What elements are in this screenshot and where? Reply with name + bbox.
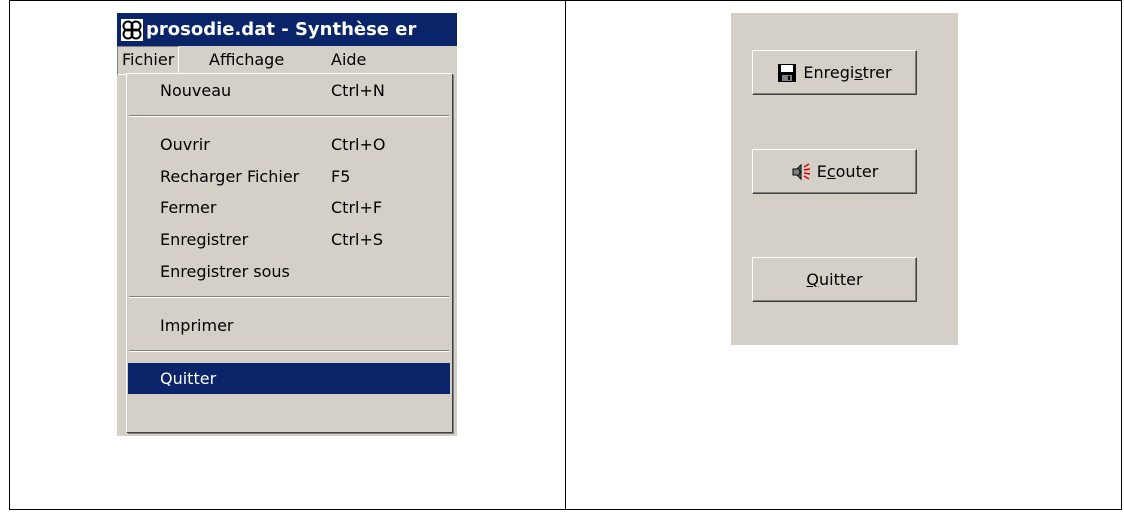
buttons-screenshot: Enregistrer Ecouter Quitter <box>731 13 958 345</box>
app-logo-icon <box>121 19 143 41</box>
menu-item-enregistrer-sous[interactable]: Enregistrer sous <box>128 256 450 288</box>
menu-separator <box>129 296 449 298</box>
window-title: prosodie.dat - Synthèse er <box>146 19 417 40</box>
enregistrer-button[interactable]: Enregistrer <box>752 50 917 95</box>
menu-item-label: Enregistrer sous <box>160 262 290 281</box>
button-label: Ecouter <box>816 162 879 181</box>
menu-item-fermer[interactable]: Fermer Ctrl+F <box>128 192 450 224</box>
menu-affichage[interactable]: Affichage <box>205 46 288 73</box>
speaker-icon <box>792 162 810 180</box>
table-bottom-border <box>9 509 1122 510</box>
menu-separator <box>129 115 449 117</box>
menu-item-nouveau[interactable]: Nouveau Ctrl+N <box>128 75 450 107</box>
menu-item-label: Ouvrir <box>160 135 210 154</box>
menu-item-shortcut: F5 <box>331 167 351 186</box>
menu-item-label: Enregistrer <box>160 230 249 249</box>
menu-item-enregistrer[interactable]: Enregistrer Ctrl+S <box>128 224 450 256</box>
menu-item-shortcut: Ctrl+N <box>331 81 385 100</box>
ecouter-button[interactable]: Ecouter <box>752 149 917 194</box>
title-bar[interactable]: prosodie.dat - Synthèse er <box>117 13 457 46</box>
menu-item-label: Quitter <box>160 369 217 388</box>
menu-item-label: Recharger Fichier <box>160 167 300 186</box>
menu-item-shortcut: Ctrl+S <box>331 230 384 249</box>
button-label: Enregistrer <box>803 63 892 82</box>
menu-item-label: Fermer <box>160 198 217 217</box>
menu-aide[interactable]: Aide <box>327 46 370 73</box>
menu-item-ouvrir[interactable]: Ouvrir Ctrl+O <box>128 129 450 161</box>
table-left-border <box>9 0 10 510</box>
table-middle-divider <box>565 0 566 510</box>
menu-item-label: Imprimer <box>160 316 234 335</box>
menu-screenshot: prosodie.dat - Synthèse er Fichier Affic… <box>117 13 457 436</box>
menu-item-quitter[interactable]: Quitter <box>128 363 450 394</box>
menu-item-shortcut: Ctrl+F <box>331 198 383 217</box>
menu-fichier[interactable]: Fichier <box>117 46 180 75</box>
menu-bar: Fichier Affichage Aide <box>117 46 457 75</box>
menu-item-recharger-fichier[interactable]: Recharger Fichier F5 <box>128 161 450 193</box>
menu-item-shortcut: Ctrl+O <box>331 135 386 154</box>
fichier-dropdown-menu: Nouveau Ctrl+N Ouvrir Ctrl+O Recharger F… <box>126 73 452 432</box>
table-right-border <box>1121 0 1122 510</box>
menu-separator <box>129 350 449 352</box>
menu-item-label: Nouveau <box>160 81 232 100</box>
floppy-disk-icon <box>778 63 797 82</box>
button-label: Quitter <box>806 270 863 289</box>
quitter-button[interactable]: Quitter <box>752 257 917 302</box>
menu-item-imprimer[interactable]: Imprimer <box>128 310 450 342</box>
